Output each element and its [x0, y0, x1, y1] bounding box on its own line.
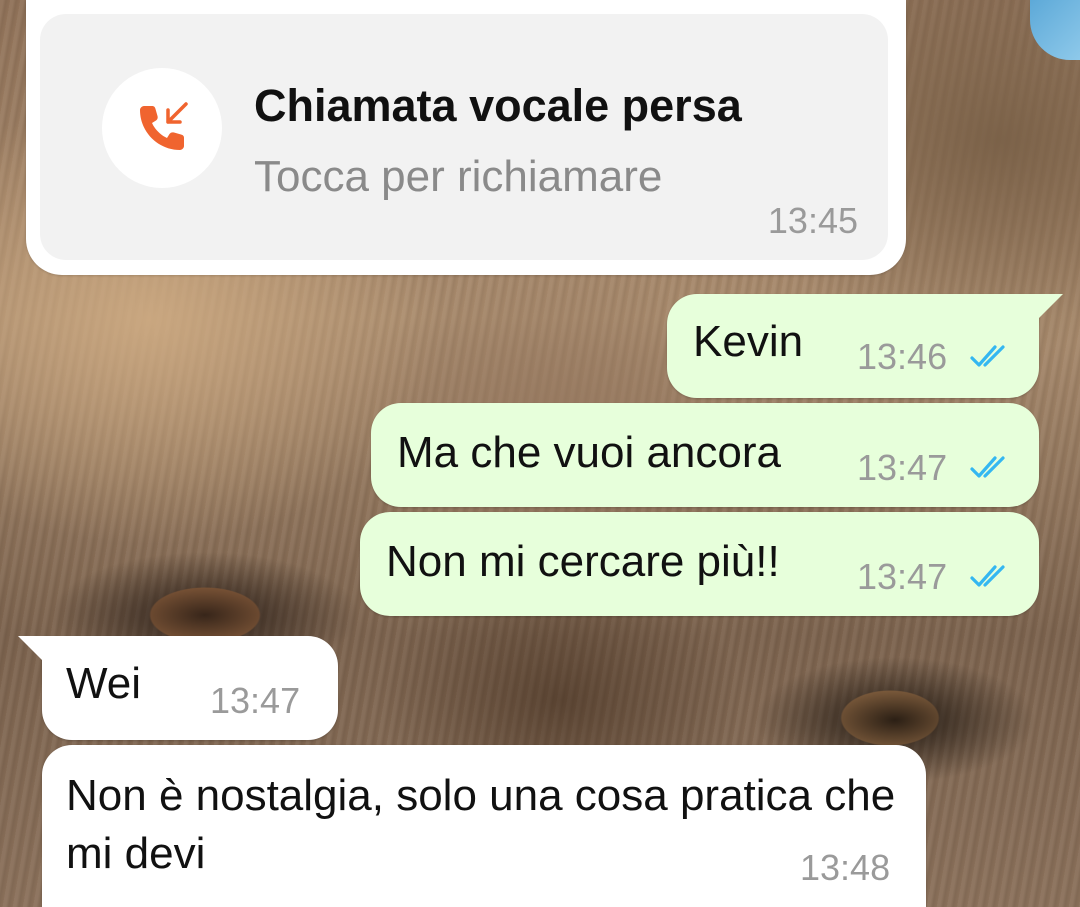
missed-call-icon	[140, 102, 188, 150]
bubble-tail	[1037, 294, 1063, 320]
message-text: Ma che vuoi ancora	[397, 428, 781, 477]
message-bubble-outgoing[interactable]: Kevin 13:46	[667, 294, 1063, 398]
missed-call-time: 13:45	[767, 200, 858, 241]
message-text: Non mi cercare più!!	[386, 537, 780, 586]
bubble-tail	[18, 636, 44, 662]
missed-call-title: Chiamata vocale persa	[254, 80, 742, 131]
read-receipt-icon	[970, 345, 1005, 367]
message-text: Wei	[66, 659, 141, 708]
message-time: 13:47	[210, 680, 301, 721]
message-bubble-outgoing[interactable]: Non mi cercare più!! 13:47	[360, 512, 1039, 616]
message-bubble-outgoing[interactable]: Ma che vuoi ancora 13:47	[371, 403, 1039, 507]
missed-call-inner[interactable]: Chiamata vocale persa Tocca per richiama…	[40, 14, 888, 260]
message-time: 13:47	[857, 556, 948, 597]
missed-call-card[interactable]: Chiamata vocale persa Tocca per richiama…	[26, 0, 906, 275]
read-receipt-icon	[970, 565, 1005, 587]
message-time: 13:47	[857, 447, 948, 488]
message-time: 13:48	[800, 847, 891, 888]
read-receipt-icon	[970, 456, 1005, 478]
message-bubble-incoming[interactable]: Non è nostalgia, solo una cosa pratica c…	[42, 745, 926, 907]
message-bubble-incoming[interactable]: Wei 13:47	[18, 636, 338, 740]
message-text: Non è nostalgia, solo una cosa pratica c…	[66, 771, 896, 878]
message-time: 13:46	[857, 336, 948, 377]
missed-call-subtitle: Tocca per richiamare	[254, 152, 663, 201]
message-text: Kevin	[693, 317, 804, 366]
call-icon-circle	[102, 68, 222, 188]
